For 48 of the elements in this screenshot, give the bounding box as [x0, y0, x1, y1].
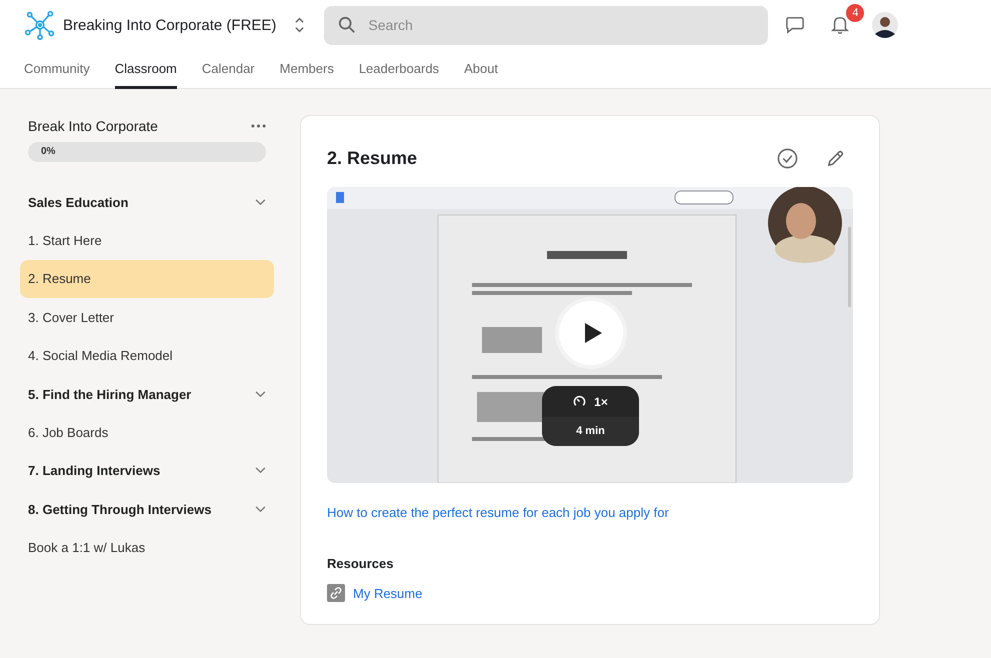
- pencil-icon[interactable]: [826, 148, 845, 168]
- module-title: 7. Landing Interviews: [28, 463, 160, 478]
- group-name[interactable]: Breaking Into Corporate (FREE): [63, 16, 276, 34]
- module-title: 5. Find the Hiring Manager: [28, 386, 192, 402]
- module-header[interactable]: 7. Landing Interviews: [20, 452, 274, 490]
- speed-button[interactable]: 1×: [567, 386, 614, 417]
- network-logo-icon[interactable]: [25, 10, 55, 40]
- lesson-description-link[interactable]: How to create the perfect resume for each job you apply for: [327, 505, 853, 520]
- course-title: Break Into Corporate: [28, 118, 158, 134]
- notification-badge: 4: [846, 4, 864, 22]
- module-header[interactable]: Sales Education: [20, 183, 274, 222]
- nav-tab[interactable]: Classroom: [114, 50, 177, 89]
- resources-heading: Resources: [327, 556, 394, 571]
- resource-link[interactable]: My Resume: [353, 586, 422, 600]
- speed-label: 1×: [594, 394, 608, 408]
- chevron-down-icon: [255, 467, 266, 474]
- check-circle-icon[interactable]: [777, 148, 798, 168]
- lesson-item[interactable]: 6. Job Boards: [20, 413, 274, 452]
- chevron-down-icon: [255, 198, 266, 206]
- nav-tab[interactable]: Community: [24, 50, 90, 89]
- chevron-down-icon: [255, 390, 266, 398]
- module-header[interactable]: 8. Getting Through Interviews: [20, 490, 274, 529]
- module-title: Sales Education: [28, 194, 128, 210]
- nav-tab[interactable]: About: [464, 50, 498, 89]
- nav-tab[interactable]: Members: [280, 50, 334, 89]
- link-icon: [327, 584, 345, 602]
- lesson-item[interactable]: 4. Social Media Remodel: [20, 336, 274, 375]
- module-title: 8. Getting Through Interviews: [28, 502, 212, 517]
- nav-tab[interactable]: Leaderboards: [358, 50, 440, 89]
- chat-icon[interactable]: [785, 16, 806, 34]
- video-duration: 4 min: [542, 417, 639, 446]
- lesson-item[interactable]: 1. Start Here: [20, 221, 274, 260]
- search-field[interactable]: Search: [324, 6, 768, 44]
- avatar[interactable]: [872, 12, 898, 38]
- play-icon: [583, 322, 603, 344]
- bell-icon[interactable]: [831, 15, 850, 35]
- more-options-icon[interactable]: [251, 124, 266, 128]
- lesson-item[interactable]: 2. Resume: [20, 260, 274, 298]
- lesson-item[interactable]: 3. Cover Letter: [20, 298, 274, 337]
- switch-chevrons-icon[interactable]: [294, 16, 306, 34]
- module-header[interactable]: 5. Find the Hiring Manager: [20, 374, 274, 414]
- gauge-icon: [573, 395, 586, 408]
- nav-tab[interactable]: Calendar: [202, 50, 255, 89]
- search-icon: [338, 16, 356, 34]
- lesson-title: 2. Resume: [327, 148, 418, 168]
- lesson-item[interactable]: Book a 1:1 w/ Lukas: [20, 528, 274, 567]
- progress-label: 0%: [41, 146, 56, 157]
- chevron-down-icon: [255, 506, 266, 513]
